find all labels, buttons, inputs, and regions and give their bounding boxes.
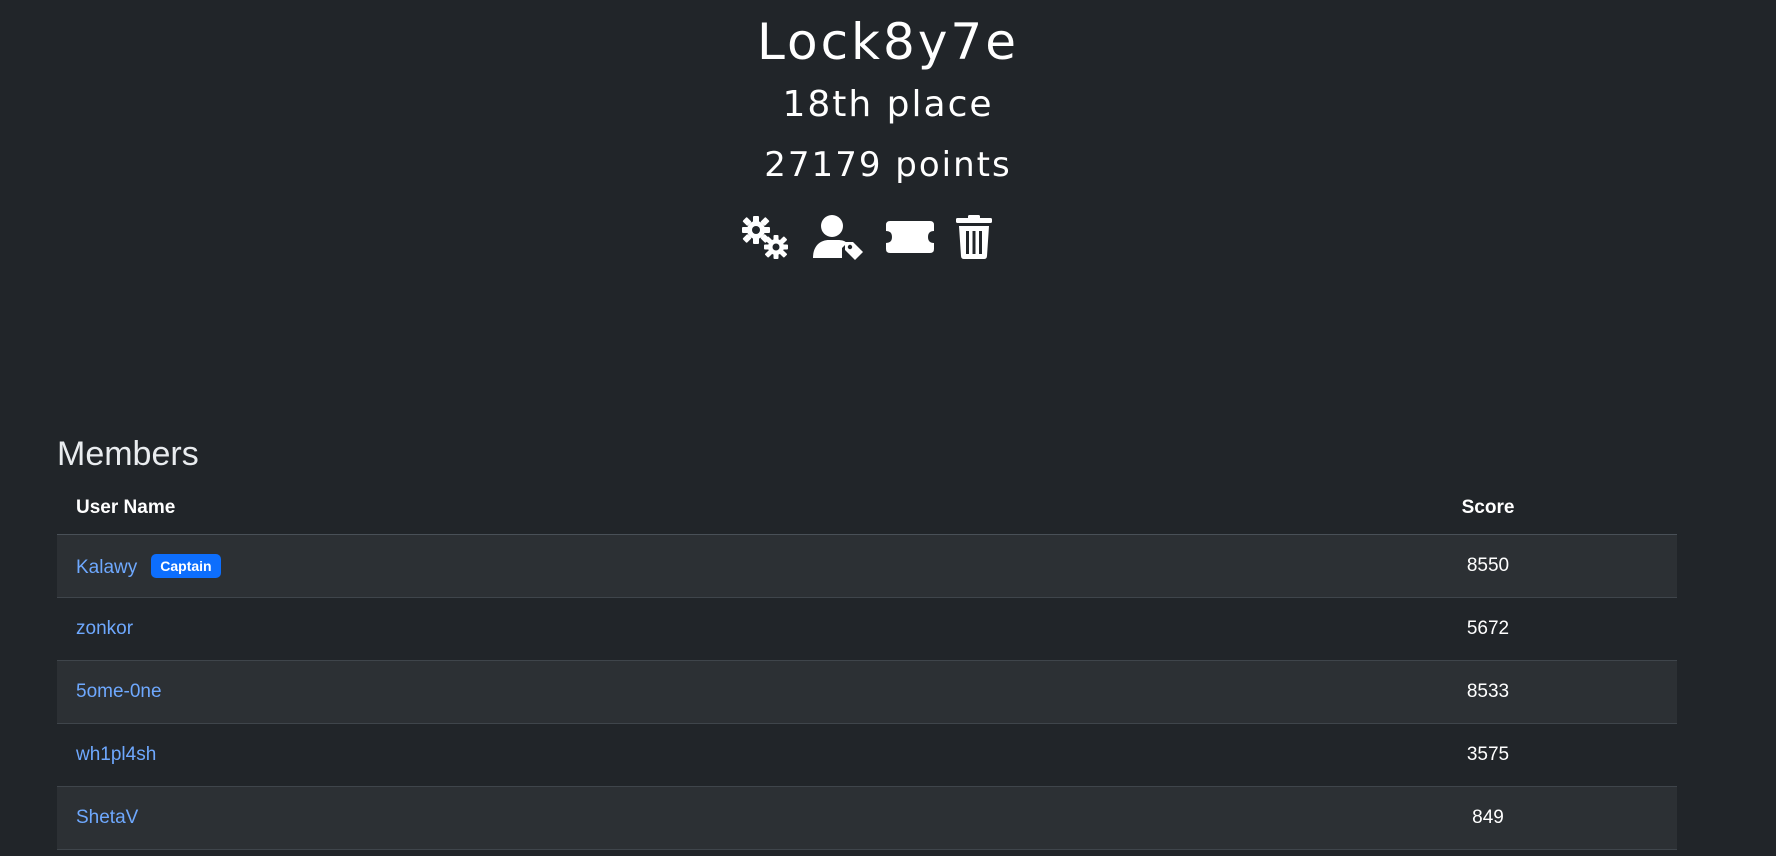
user-tag-icon[interactable] [812,212,864,262]
column-header-user-name: User Name [57,482,1353,535]
user-name-cell: ShetaV [57,786,1353,850]
member-link[interactable]: 5ome-0ne [76,681,162,702]
table-row: 5ome-0ne 8533 [57,660,1677,724]
table-header-row: User Name Score [57,482,1677,535]
captain-badge: Captain [151,553,221,578]
table-row: zonkor 5672 [57,597,1677,661]
user-name-cell: wh1pl4sh [57,723,1353,787]
settings-gears-icon[interactable] [736,212,794,262]
members-heading: Members [57,435,199,473]
team-points: 27179 points [764,145,1012,185]
members-table: User Name Score Kalawy Captain 8550 zonko… [57,482,1677,850]
user-name-cell: Kalawy Captain [57,534,1353,598]
user-name-cell: zonkor [57,597,1353,661]
table-row: wh1pl4sh 3575 [57,723,1677,787]
trash-icon[interactable] [954,212,994,262]
member-link[interactable]: wh1pl4sh [76,744,156,765]
score-cell: 8550 [1353,534,1677,598]
user-name-cell: 5ome-0ne [57,660,1353,724]
column-header-score: Score [1353,482,1677,535]
score-cell: 849 [1353,786,1677,850]
table-row: Kalawy Captain 8550 [57,534,1677,598]
score-cell: 3575 [1353,723,1677,787]
member-link[interactable]: zonkor [76,618,133,639]
team-name: Lock8y7e [757,13,1019,71]
team-place: 18th place [782,84,994,125]
score-cell: 8533 [1353,660,1677,724]
member-link[interactable]: ShetaV [76,807,138,828]
team-actions [736,212,994,262]
member-link[interactable]: Kalawy [76,557,137,578]
table-row: ShetaV 849 [57,786,1677,850]
score-cell: 5672 [1353,597,1677,661]
ticket-icon[interactable] [886,212,934,262]
